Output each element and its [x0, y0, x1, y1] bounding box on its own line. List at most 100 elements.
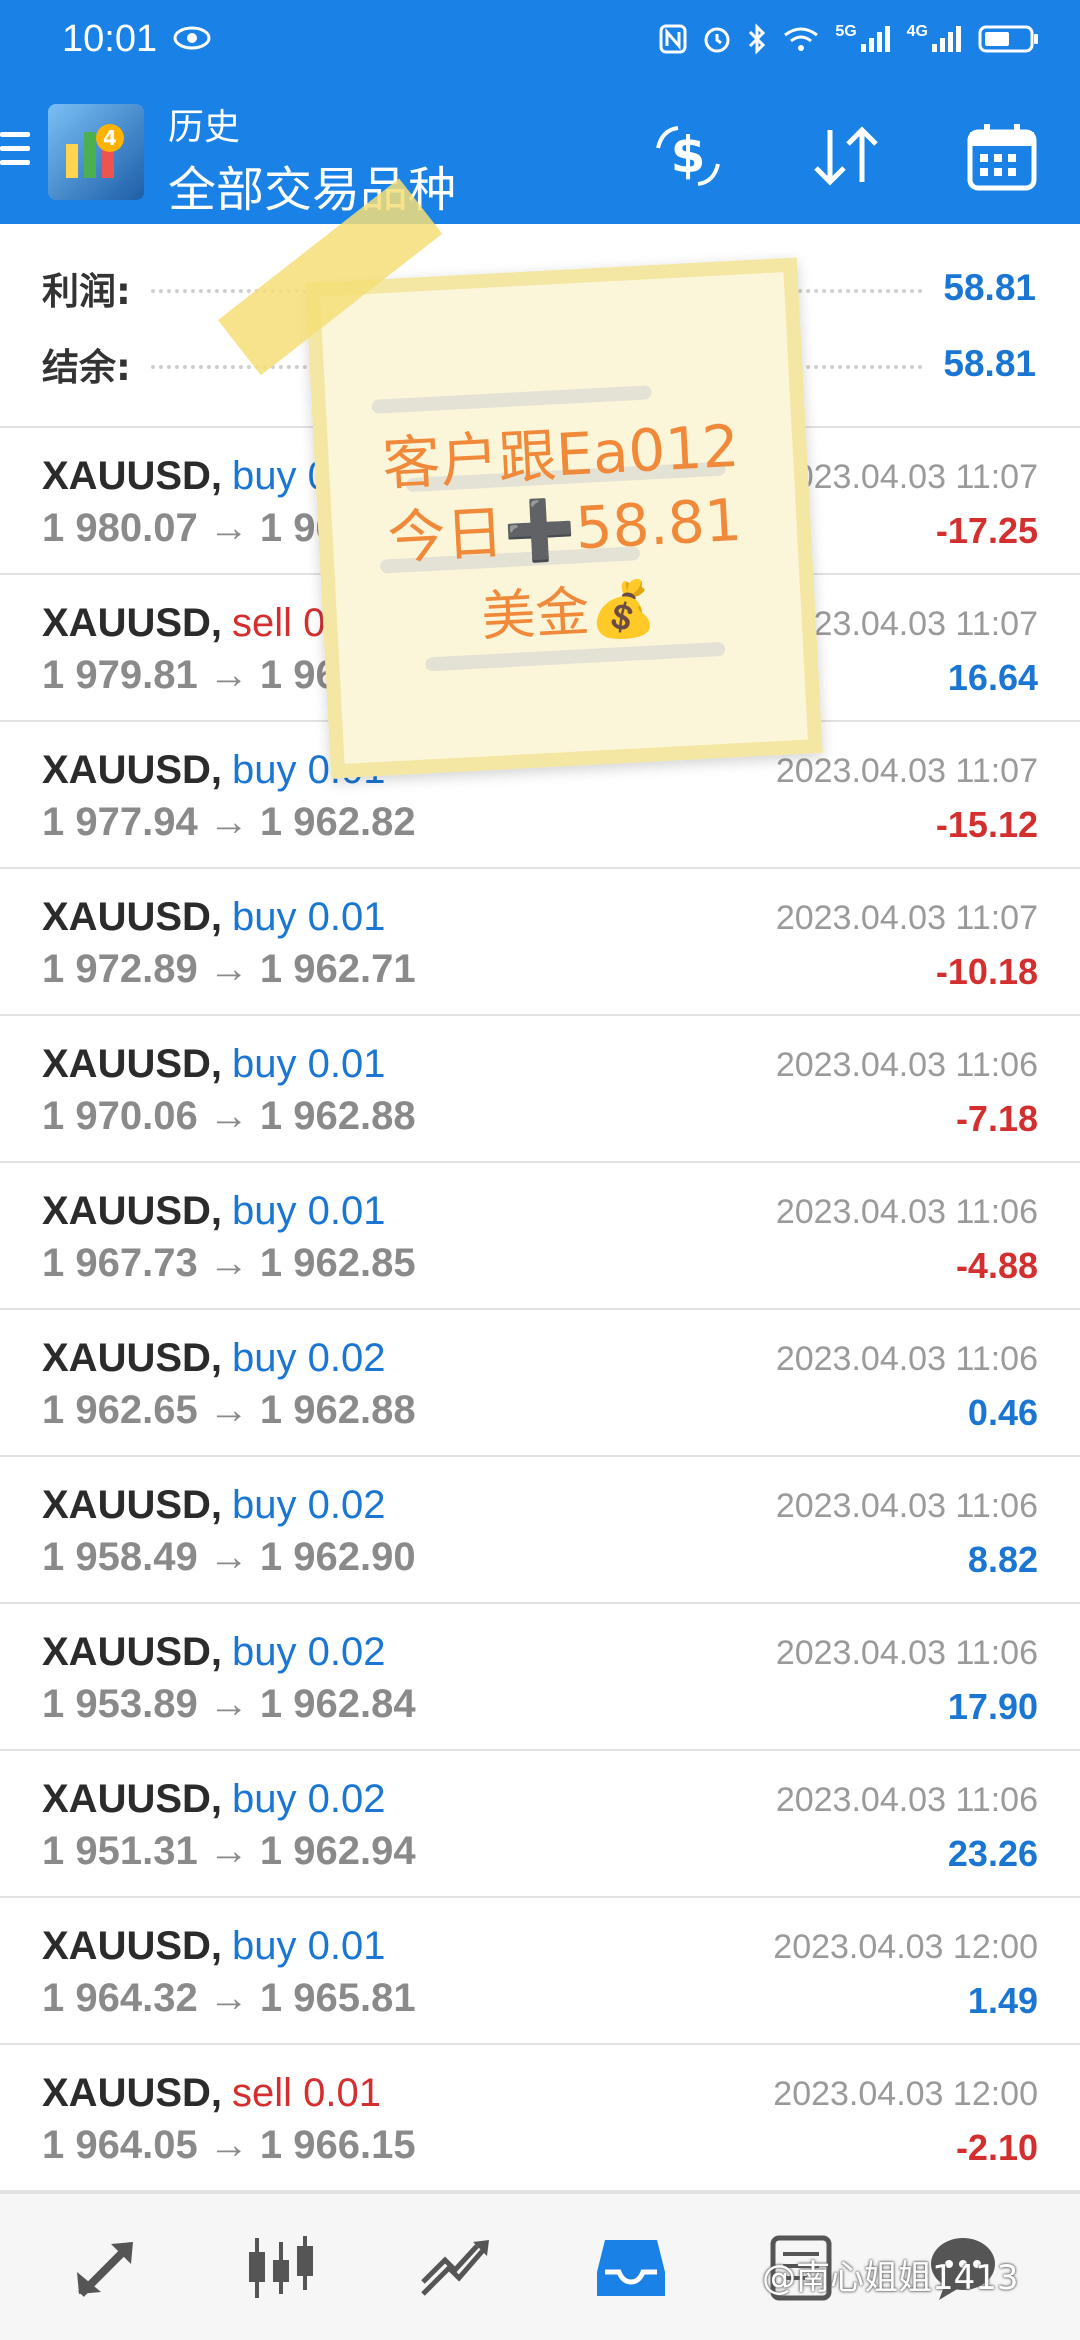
trade-time: 2023.04.03 11:06 [775, 1487, 1038, 1525]
balance-value: 58.81 [943, 343, 1036, 384]
trade-symbol: XAUUSD, [42, 1630, 223, 1674]
trade-symbol-line: XAUUSD, buy 0.02 [42, 1777, 386, 1822]
trade-profit: 8.82 [967, 1539, 1038, 1580]
trade-side: buy 0.01 [232, 1924, 386, 1968]
signal-4g-label: 4G [906, 23, 928, 40]
trade-symbol: XAUUSD, [42, 748, 223, 792]
profit-value: 58.81 [943, 267, 1036, 308]
trade-symbol: XAUUSD, [42, 1042, 223, 1086]
dollar-refresh-icon: $ [656, 126, 720, 186]
trade-symbol: XAUUSD, [42, 1777, 223, 1821]
nav-trade[interactable] [410, 2228, 500, 2308]
trade-prices: 1 964.05 → 1 966.15 [42, 2123, 416, 2167]
trade-prices: 1 972.89 → 1 962.71 [42, 947, 416, 991]
alarm-icon [704, 27, 730, 53]
eye-icon [173, 26, 211, 50]
signal-4g-icon [932, 26, 961, 52]
trade-profit: -15.12 [935, 804, 1038, 845]
trade-row[interactable]: XAUUSD, buy 0.02 1 953.89 → 1 962.84 2023.0… [0, 1604, 1080, 1751]
trade-symbol-line: XAUUSD, buy 0.02 [42, 1336, 386, 1381]
trade-prices: 1 951.31 → 1 962.94 [42, 1829, 416, 1873]
trade-symbol: XAUUSD, [42, 1924, 223, 1968]
nav-chart[interactable] [236, 2228, 326, 2308]
trade-profit: 1.49 [967, 1980, 1038, 2021]
trade-profit: -7.18 [955, 1098, 1038, 1139]
trade-profit: -10.18 [935, 951, 1038, 992]
trade-symbol-line: XAUUSD, sell 0.01 [42, 2071, 381, 2116]
svg-text:4: 4 [103, 126, 117, 150]
trade-side: buy 0.01 [232, 895, 386, 939]
trade-side: buy 0.02 [232, 1483, 386, 1527]
trade-time: 2023.04.03 11:06 [775, 1634, 1038, 1672]
balance-label: 结余: [42, 346, 131, 389]
status-time: 10:01 [62, 18, 158, 60]
trade-profit: 17.90 [947, 1686, 1038, 1727]
trade-profit: -2.10 [955, 2127, 1038, 2168]
trade-profit: 16.64 [947, 657, 1038, 698]
trade-row[interactable]: XAUUSD, buy 0.01 1 970.06 → 1 962.88 2023.0… [0, 1016, 1080, 1163]
trade-symbol-line: XAUUSD, buy 0.01 [42, 895, 386, 940]
trend-lines-icon [421, 2240, 489, 2296]
trade-time: 2023.04.03 11:06 [775, 1340, 1038, 1378]
trade-symbol-line: XAUUSD, buy 0.01 [42, 1042, 386, 1087]
menu-icon[interactable] [0, 132, 30, 172]
sticky-note: 客户跟Ea012 今日➕58.81 美金💰 [217, 178, 823, 779]
trade-prices: 1 962.65 → 1 962.88 [42, 1388, 416, 1432]
trade-symbol-line: XAUUSD, buy 0.01 [42, 1189, 386, 1234]
trade-row[interactable]: XAUUSD, buy 0.01 1 972.89 → 1 962.71 2023.0… [0, 869, 1080, 1016]
calendar-button[interactable] [962, 120, 1042, 192]
trade-time: 2023.04.03 11:07 [775, 899, 1038, 937]
trade-time: 2023.04.03 11:06 [775, 1781, 1038, 1819]
trade-symbol-line: XAUUSD, buy 0.02 [42, 1483, 386, 1528]
app-logo: 4 [48, 104, 144, 200]
candlestick-chart-icon [249, 2236, 313, 2298]
inbox-tray-icon [597, 2240, 665, 2296]
currency-toggle-button[interactable]: $ [648, 120, 728, 192]
sort-arrows-icon [814, 126, 878, 186]
trade-time: 2023.04.03 12:00 [773, 2075, 1038, 2113]
nav-history[interactable] [586, 2228, 676, 2308]
trade-row[interactable]: XAUUSD, buy 0.02 1 958.49 → 1 962.90 2023.0… [0, 1457, 1080, 1604]
trade-symbol-line: XAUUSD, buy 0.02 [42, 1630, 386, 1675]
bluetooth-icon [749, 23, 766, 55]
trade-time: 2023.04.03 11:07 [775, 458, 1038, 496]
trade-side: buy 0.02 [232, 1630, 386, 1674]
trade-prices: 1 953.89 → 1 962.84 [42, 1682, 416, 1726]
trade-row[interactable]: XAUUSD, buy 0.02 1 962.65 → 1 962.88 2023.0… [0, 1310, 1080, 1457]
signal-5g-icon [860, 26, 890, 52]
watermark-text: @南心姐姐1413 [762, 2258, 1019, 2298]
trade-side: buy 0.02 [232, 1336, 386, 1380]
trade-profit: -17.25 [935, 510, 1038, 551]
trade-time: 2023.04.03 11:06 [775, 1046, 1038, 1084]
status-icons: 5G 4G [659, 18, 1040, 60]
trade-row[interactable]: XAUUSD, buy 0.02 1 951.31 → 1 962.94 2023.0… [0, 1751, 1080, 1898]
trade-symbol: XAUUSD, [42, 1189, 223, 1233]
trade-time: 2023.04.03 11:06 [775, 1193, 1038, 1231]
trade-side: buy 0.02 [232, 1777, 386, 1821]
trade-row[interactable]: XAUUSD, sell 0.01 1 964.05 → 1 966.15 2023.… [0, 2045, 1080, 2192]
trade-row[interactable]: XAUUSD, buy 0.01 1 964.32 → 1 965.81 2023.0… [0, 1898, 1080, 2045]
signal-5g-label: 5G [835, 23, 857, 40]
calendar-icon [967, 124, 1037, 191]
quotes-icon [77, 2242, 133, 2297]
profit-label: 利润: [42, 270, 131, 313]
trade-prices: 1 970.06 → 1 962.88 [42, 1094, 416, 1138]
nav-quotes[interactable] [62, 2228, 152, 2308]
status-bar: 10:01 5G 4G [0, 0, 1080, 80]
trade-profit: -4.88 [955, 1245, 1038, 1286]
trade-symbol: XAUUSD, [42, 2071, 223, 2115]
svg-text:$: $ [671, 126, 706, 184]
battery-icon [978, 25, 1038, 53]
trade-row[interactable]: XAUUSD, buy 0.01 1 967.73 → 1 962.85 2023.0… [0, 1163, 1080, 1310]
trade-symbol: XAUUSD, [42, 454, 223, 498]
trade-profit: 0.46 [967, 1392, 1038, 1433]
app-bar: 4 历史 全部交易品种 $ [0, 80, 1080, 224]
trade-prices: 1 977.94 → 1 962.82 [42, 800, 416, 844]
nfc-icon [659, 24, 687, 54]
sort-button[interactable] [806, 120, 886, 192]
wifi-icon [784, 27, 819, 51]
trade-prices: 1 964.32 → 1 965.81 [42, 1976, 416, 2020]
trade-symbol: XAUUSD, [42, 895, 223, 939]
trade-prices: 1 967.73 → 1 962.85 [42, 1241, 416, 1285]
trade-side: sell 0.01 [232, 2071, 382, 2115]
